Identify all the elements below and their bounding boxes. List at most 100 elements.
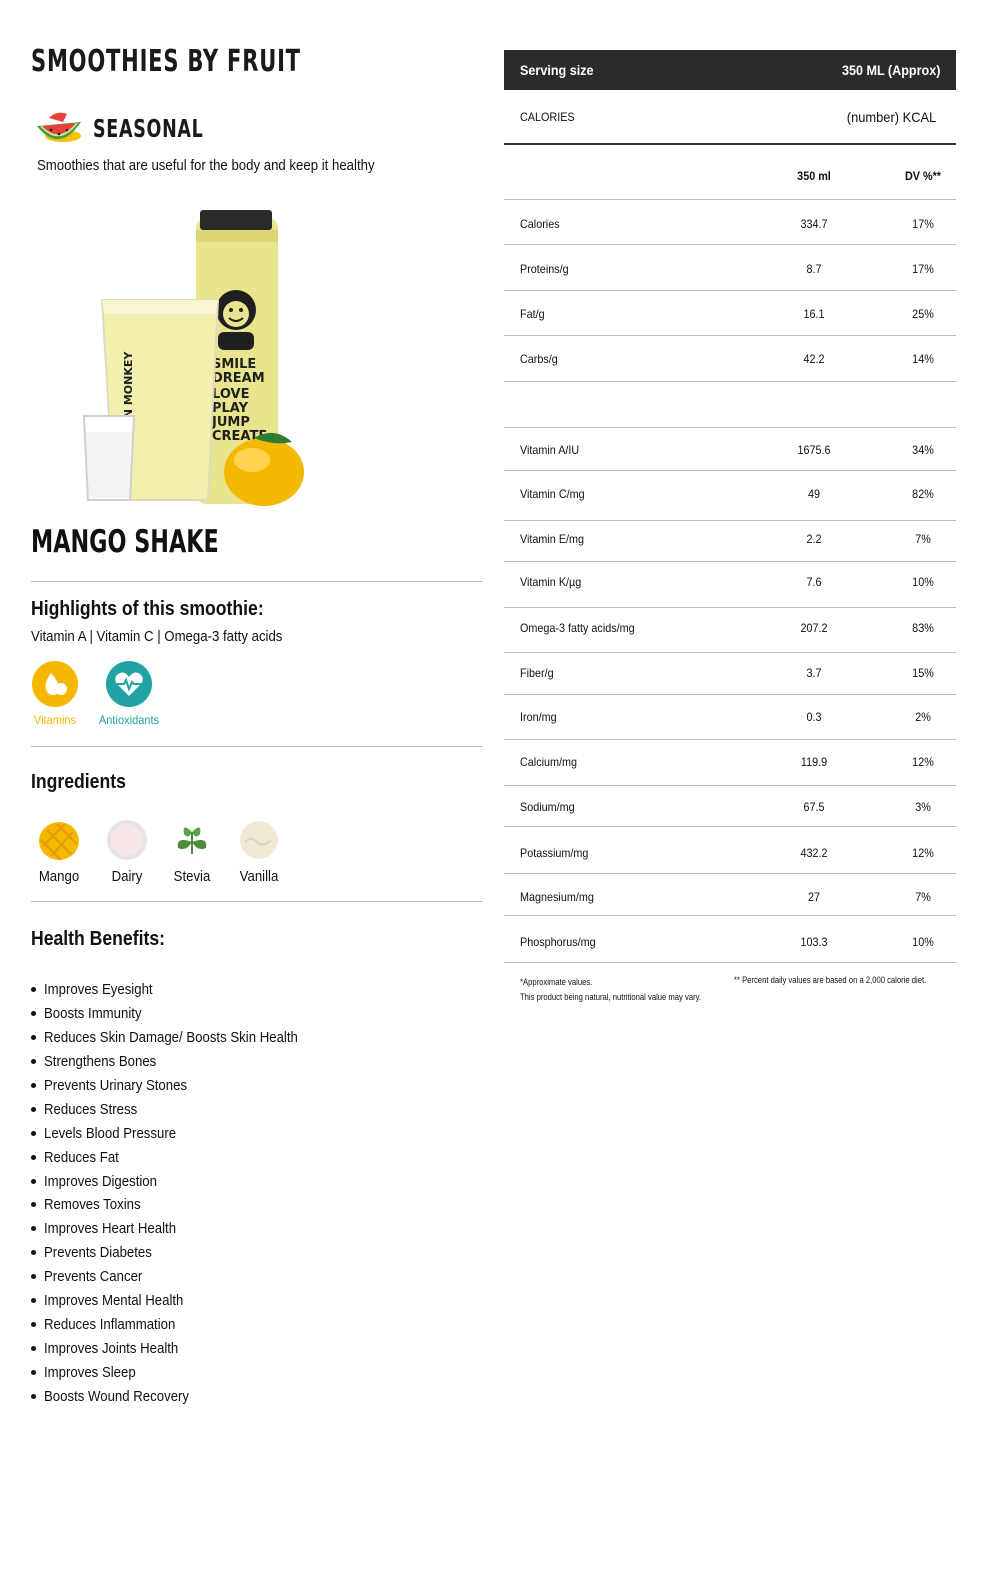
list-item: Improves Digestion xyxy=(31,1169,332,1193)
calories-label: CALORIES xyxy=(520,109,575,124)
nutrient-name: Fiber/g xyxy=(520,666,554,680)
nutrient-dv: 2% xyxy=(915,710,931,724)
nutrient-dv: 82% xyxy=(912,487,934,501)
dairy-icon xyxy=(103,816,151,864)
table-spacer-row xyxy=(504,382,956,428)
badge-label: Vitamins xyxy=(33,713,77,727)
nutrient-name: Magnesium/mg xyxy=(520,890,594,904)
nutrition-header-row: 350 ml DV %** xyxy=(504,147,956,200)
nutrient-dv: 12% xyxy=(912,846,934,860)
serving-size-value: 350 ML (Approx) xyxy=(841,62,940,78)
nutrient-dv: 15% xyxy=(912,666,934,680)
column-header-amount: 350 ml xyxy=(797,169,831,183)
footnote-daily-values: ** Percent daily values are based on a 2… xyxy=(734,975,927,985)
nutrient-name: Carbs/g xyxy=(520,352,558,366)
category-row: SEASONAL xyxy=(33,108,251,148)
column-header-dv: DV %** xyxy=(904,169,941,183)
nutrient-name: Vitamin A/IU xyxy=(520,443,580,457)
ingredients-title: Ingredients xyxy=(31,771,126,793)
list-item: Prevents Urinary Stones xyxy=(31,1074,332,1098)
serving-size-label: Serving size xyxy=(520,62,594,78)
nutrient-name: Vitamin K/µg xyxy=(520,575,582,589)
list-item: Prevents Diabetes xyxy=(31,1241,332,1265)
list-item: Levels Blood Pressure xyxy=(31,1121,332,1145)
table-row: Proteins/g 8.7 17% xyxy=(504,245,956,291)
nutrient-name: Phosphorus/mg xyxy=(520,935,596,949)
nutrient-dv: 25% xyxy=(912,307,934,321)
nutrient-dv: 10% xyxy=(912,575,934,589)
nutrient-amount: 207.2 xyxy=(800,621,828,635)
page-title: SMOOTHIES BY FRUIT xyxy=(31,44,301,79)
nutrient-dv: 3% xyxy=(915,800,931,814)
ingredient-label: Vanilla xyxy=(239,868,279,885)
stevia-leaf-icon xyxy=(168,816,216,864)
nutrient-amount: 49 xyxy=(807,487,821,501)
list-item: Improves Eyesight xyxy=(31,978,332,1002)
badge-label: Antioxidants xyxy=(98,713,160,727)
badge-antioxidants: Antioxidants xyxy=(89,661,169,727)
benefits-list: Improves Eyesight Boosts Immunity Reduce… xyxy=(31,978,332,1408)
nutrient-dv: 7% xyxy=(915,532,931,546)
nutrient-name: Sodium/mg xyxy=(520,800,575,814)
benefits-title: Health Benefits: xyxy=(31,928,165,950)
highlights-title: Highlights of this smoothie: xyxy=(31,598,264,620)
svg-text:LOVE: LOVE xyxy=(212,387,249,402)
svg-text:SMILE: SMILE xyxy=(212,357,256,372)
heart-pulse-icon xyxy=(106,661,152,707)
nutrient-name: Proteins/g xyxy=(520,262,569,276)
table-row: Potassium/mg 432.2 12% xyxy=(504,827,956,874)
mango-icon xyxy=(35,816,83,864)
list-item: Removes Toxins xyxy=(31,1193,332,1217)
nutrient-amount: 432.2 xyxy=(800,846,828,860)
nutrient-name: Omega-3 fatty acids/mg xyxy=(520,621,635,635)
footnote-line: *Approximate values. xyxy=(520,977,593,987)
list-item: Improves Mental Health xyxy=(31,1289,332,1313)
table-row: Magnesium/mg 27 7% xyxy=(504,874,956,916)
list-item: Reduces Skin Damage/ Boosts Skin Health xyxy=(31,1026,332,1050)
ingredient-label: Stevia xyxy=(173,868,211,885)
table-row: Vitamin C/mg 49 82% xyxy=(504,471,956,521)
svg-text:PLAY: PLAY xyxy=(212,401,249,416)
nutrient-amount: 119.9 xyxy=(800,755,828,769)
table-row: Iron/mg 0.3 2% xyxy=(504,695,956,740)
table-row: Fat/g 16.1 25% xyxy=(504,291,956,336)
list-item: Boosts Immunity xyxy=(31,1002,332,1026)
list-item: Reduces Stress xyxy=(31,1097,332,1121)
nutrient-dv: 10% xyxy=(912,935,934,949)
calories-summary-row: CALORIES (number) KCAL xyxy=(504,90,956,145)
list-item: Reduces Fat xyxy=(31,1145,332,1169)
nutrient-amount: 67.5 xyxy=(803,800,825,814)
nutrient-amount: 103.3 xyxy=(800,935,828,949)
highlights-text: Vitamin A | Vitamin C | Omega-3 fatty ac… xyxy=(31,628,283,645)
list-item: Improves Joints Health xyxy=(31,1336,332,1360)
nutrient-dv: 14% xyxy=(912,352,934,366)
table-row: Vitamin E/mg 2.2 7% xyxy=(504,521,956,562)
nutrient-name: Vitamin C/mg xyxy=(520,487,585,501)
nutrient-amount: 27 xyxy=(807,890,821,904)
table-row: Phosphorus/mg 103.3 10% xyxy=(504,916,956,963)
category-label: SEASONAL xyxy=(93,113,204,143)
table-row: Carbs/g 42.2 14% xyxy=(504,336,956,382)
list-item: Improves Heart Health xyxy=(31,1217,332,1241)
nutrient-name: Fat/g xyxy=(520,307,545,321)
table-row: Vitamin K/µg 7.6 10% xyxy=(504,562,956,608)
badge-vitamins: Vitamins xyxy=(15,661,95,727)
list-item: Boosts Wound Recovery xyxy=(31,1384,332,1408)
list-item: Reduces Inflammation xyxy=(31,1312,332,1336)
vanilla-scoop-icon xyxy=(235,816,283,864)
table-row: Fiber/g 3.7 15% xyxy=(504,653,956,695)
ingredient-vanilla: Vanilla xyxy=(224,816,294,885)
divider xyxy=(31,581,483,582)
footnote-approximate: *Approximate values. This product being … xyxy=(520,975,701,1005)
product-name: MANGO SHAKE xyxy=(31,524,219,560)
list-item: Prevents Cancer xyxy=(31,1265,332,1289)
svg-text:JUMP: JUMP xyxy=(211,415,250,430)
nutrient-amount: 16.1 xyxy=(803,307,825,321)
nutrient-name: Potassium/mg xyxy=(520,846,589,860)
nutrient-dv: 34% xyxy=(912,443,934,457)
nutrient-amount: 0.3 xyxy=(806,710,822,724)
nutrient-amount: 3.7 xyxy=(806,666,822,680)
svg-text:DREAM: DREAM xyxy=(212,371,265,386)
nutrient-amount: 1675.6 xyxy=(797,443,831,457)
divider xyxy=(31,746,483,747)
